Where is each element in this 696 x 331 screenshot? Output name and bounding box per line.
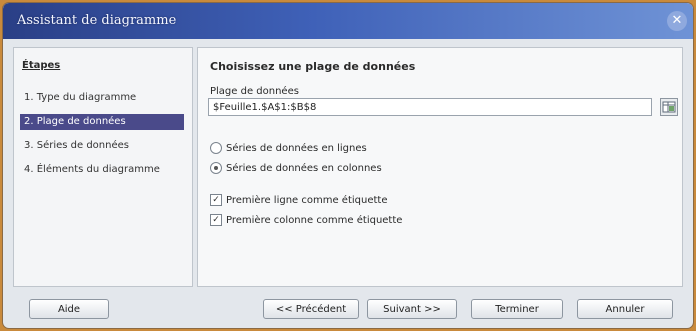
step-data-series[interactable]: 3. Séries de données: [20, 138, 184, 154]
series-in-columns-option[interactable]: Séries de données en colonnes: [210, 162, 382, 176]
panel-heading: Choisissez une plage de données: [210, 60, 416, 73]
series-in-rows-radio[interactable]: [210, 142, 222, 154]
chart-wizard-dialog: Assistant de diagramme ✕ Étapes 1. Type …: [3, 3, 693, 328]
first-row-label-text: Première ligne comme étiquette: [226, 195, 388, 206]
close-icon[interactable]: ✕: [667, 11, 687, 31]
data-range-input[interactable]: [208, 98, 652, 116]
series-in-columns-label: Séries de données en colonnes: [226, 163, 382, 174]
data-range-label: Plage de données: [210, 86, 299, 97]
steps-sidebar: Étapes 1. Type du diagramme 2. Plage de …: [13, 47, 193, 287]
first-column-label-checkbox[interactable]: ✓: [210, 214, 222, 226]
title-bar[interactable]: Assistant de diagramme ✕: [3, 3, 693, 39]
step-data-range[interactable]: 2. Plage de données: [20, 114, 184, 130]
series-in-rows-label: Séries de données en lignes: [226, 143, 367, 154]
step-chart-type[interactable]: 1. Type du diagramme: [20, 90, 184, 106]
wizard-body: Étapes 1. Type du diagramme 2. Plage de …: [13, 47, 683, 287]
cancel-button[interactable]: Annuler: [577, 299, 673, 319]
previous-button[interactable]: << Précédent: [263, 299, 359, 319]
window-title: Assistant de diagramme: [17, 13, 177, 28]
first-row-label-option[interactable]: ✓ Première ligne comme étiquette: [210, 194, 387, 208]
help-button[interactable]: Aide: [29, 299, 109, 319]
series-in-rows-option[interactable]: Séries de données en lignes: [210, 142, 367, 156]
first-row-label-checkbox[interactable]: ✓: [210, 194, 222, 206]
steps-title: Étapes: [22, 60, 61, 71]
finish-button[interactable]: Terminer: [471, 299, 563, 319]
series-in-columns-radio[interactable]: [210, 162, 222, 174]
first-column-label-option[interactable]: ✓ Première colonne comme étiquette: [210, 214, 402, 228]
first-column-label-text: Première colonne comme étiquette: [226, 215, 403, 226]
step-chart-elements[interactable]: 4. Éléments du diagramme: [20, 162, 184, 178]
next-button[interactable]: Suivant >>: [367, 299, 457, 319]
button-bar: Aide << Précédent Suivant >> Terminer An…: [3, 293, 693, 328]
data-range-panel: Choisissez une plage de données Plage de…: [197, 47, 683, 287]
range-select-icon[interactable]: [660, 98, 678, 116]
